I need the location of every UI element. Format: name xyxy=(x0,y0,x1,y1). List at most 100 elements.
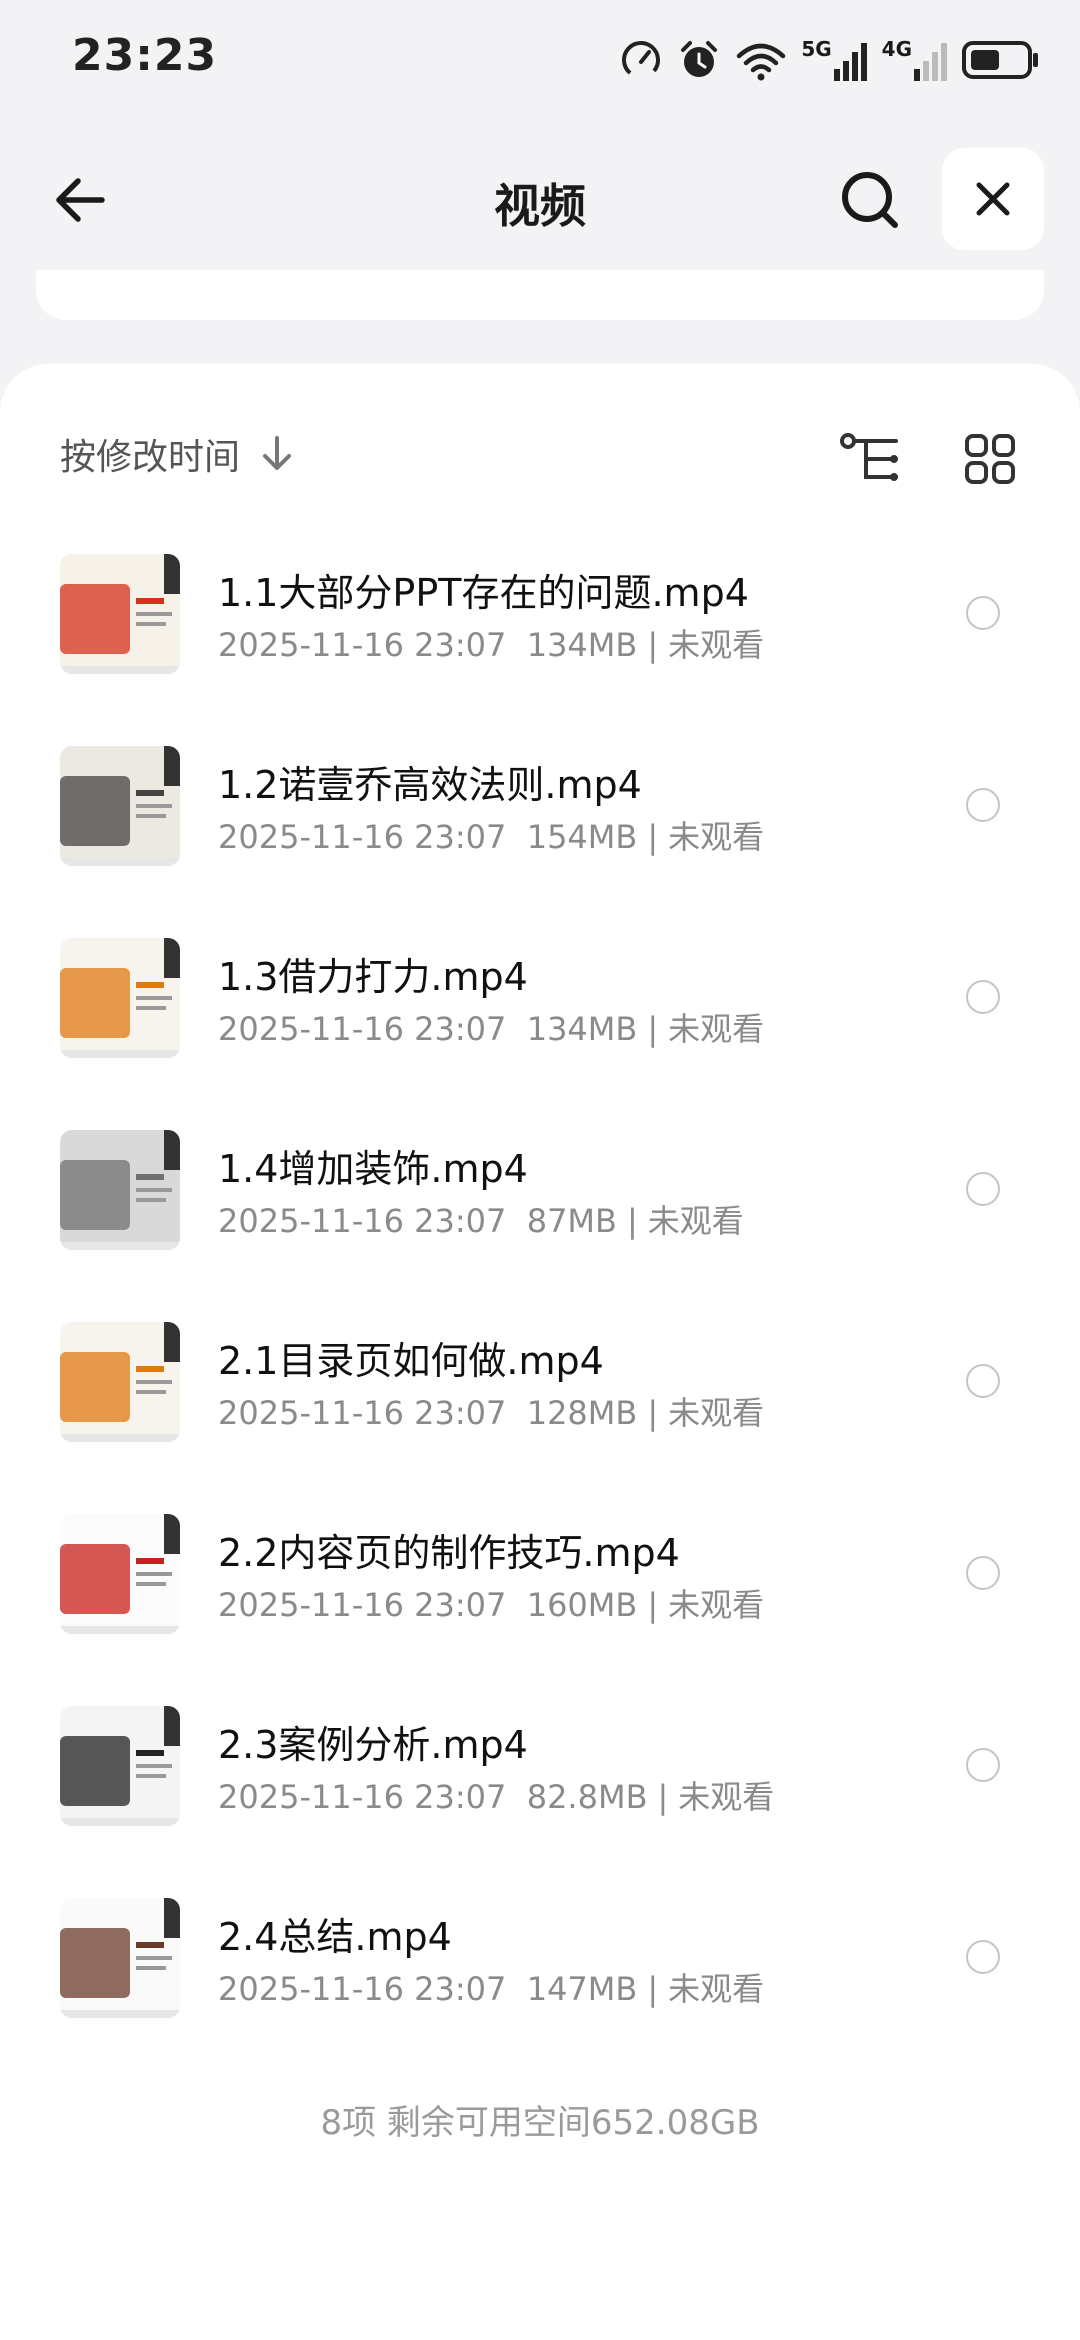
file-date: 2025-11-16 23:07 xyxy=(218,818,507,856)
file-meta: 2025-11-16 23:07 87MB | 未观看 xyxy=(218,1202,744,1240)
close-icon xyxy=(976,182,1010,216)
file-size: 134MB xyxy=(526,1010,638,1048)
file-name: 2.1目录页如何做.mp4 xyxy=(218,1339,604,1383)
thumbnail-art xyxy=(60,1130,180,1250)
tree-view-icon xyxy=(840,433,898,481)
sort-label: 按修改时间 xyxy=(60,437,241,478)
file-date: 2025-11-16 23:07 xyxy=(218,1970,507,2008)
select-radio[interactable] xyxy=(966,1748,1000,1782)
watch-status: 未观看 xyxy=(668,1010,765,1048)
signal-bars-icon xyxy=(833,43,867,81)
status-icons: 5G 4G xyxy=(619,30,1040,90)
file-name: 1.3借力打力.mp4 xyxy=(218,955,528,999)
thumbnail-art xyxy=(60,554,180,674)
file-date: 2025-11-16 23:07 xyxy=(218,1586,507,1624)
video-thumbnail xyxy=(60,1706,180,1826)
signal-bars-icon xyxy=(914,43,947,81)
file-list-sheet: 按修改时间 1.1大部分PPT存在的问题.mp4 2025-11-16 23:0… xyxy=(0,364,1080,2340)
select-radio[interactable] xyxy=(966,596,1000,630)
file-name: 2.3案例分析.mp4 xyxy=(218,1723,528,1767)
alarm-icon xyxy=(681,41,718,77)
file-name: 1.1大部分PPT存在的问题.mp4 xyxy=(218,571,749,615)
wifi-icon xyxy=(737,43,786,81)
watch-status: 未观看 xyxy=(647,1202,744,1240)
file-meta: 2025-11-16 23:07 128MB | 未观看 xyxy=(218,1394,765,1432)
select-radio[interactable] xyxy=(966,1172,1000,1206)
select-radio[interactable] xyxy=(966,788,1000,822)
grid-view-button[interactable] xyxy=(950,424,1030,494)
file-name: 1.2诺壹乔高效法则.mp4 xyxy=(218,763,642,807)
status-time: 23:23 xyxy=(72,30,218,81)
file-row[interactable]: 2.1目录页如何做.mp4 2025-11-16 23:07 128MB | 未观看 xyxy=(0,1290,1080,1482)
file-row[interactable]: 1.2诺壹乔高效法则.mp4 2025-11-16 23:07 154MB | 未观… xyxy=(0,714,1080,906)
tree-view-button[interactable] xyxy=(830,424,910,494)
network-4g-label: 4G xyxy=(881,37,912,61)
file-size: 154MB xyxy=(526,818,638,856)
file-name: 1.4增加装饰.mp4 xyxy=(218,1147,528,1191)
file-date: 2025-11-16 23:07 xyxy=(218,1394,507,1432)
file-meta: 2025-11-16 23:07 82.8MB | 未观看 xyxy=(218,1778,775,1816)
video-thumbnail xyxy=(60,1898,180,2018)
select-radio[interactable] xyxy=(966,1364,1000,1398)
sort-dropdown[interactable]: 按修改时间 xyxy=(60,428,294,480)
search-button[interactable] xyxy=(830,160,910,240)
battery-icon xyxy=(962,41,1038,79)
file-row[interactable]: 1.1大部分PPT存在的问题.mp4 2025-11-16 23:07 134M… xyxy=(0,522,1080,714)
file-row[interactable]: 2.4总结.mp4 2025-11-16 23:07 147MB | 未观看 xyxy=(0,1866,1080,2058)
file-date: 2025-11-16 23:07 xyxy=(218,1202,507,1240)
video-thumbnail xyxy=(60,554,180,674)
close-button[interactable] xyxy=(942,148,1044,250)
watch-status: 未观看 xyxy=(668,1394,765,1432)
thumbnail-art xyxy=(60,746,180,866)
thumbnail-art xyxy=(60,1322,180,1442)
sort-toolbar: 按修改时间 xyxy=(0,404,1080,494)
thumbnail-art xyxy=(60,938,180,1058)
file-list: 1.1大部分PPT存在的问题.mp4 2025-11-16 23:07 134M… xyxy=(0,522,1080,2058)
file-meta: 2025-11-16 23:07 154MB | 未观看 xyxy=(218,818,765,856)
select-radio[interactable] xyxy=(966,980,1000,1014)
signal-4g: 4G xyxy=(882,39,948,81)
top-app-bar: 视频 xyxy=(0,140,1080,260)
video-thumbnail xyxy=(60,1130,180,1250)
arrow-down-icon xyxy=(263,436,292,470)
select-radio[interactable] xyxy=(966,1556,1000,1590)
signal-5g: 5G xyxy=(801,39,867,81)
watch-status: 未观看 xyxy=(668,1586,765,1624)
watch-status: 未观看 xyxy=(668,626,765,664)
watch-status: 未观看 xyxy=(678,1778,775,1816)
file-date: 2025-11-16 23:07 xyxy=(218,1778,507,1816)
speedometer-icon xyxy=(622,41,661,79)
storage-summary: 8项 剩余可用空间652.08GB xyxy=(320,2103,760,2143)
search-icon xyxy=(842,172,898,228)
thumbnail-art xyxy=(60,1706,180,1826)
thumbnail-art xyxy=(60,1514,180,1634)
file-size: 134MB xyxy=(526,626,638,664)
watch-status: 未观看 xyxy=(668,1970,765,2008)
select-radio[interactable] xyxy=(966,1940,1000,1974)
file-row[interactable]: 2.3案例分析.mp4 2025-11-16 23:07 82.8MB | 未观看 xyxy=(0,1674,1080,1866)
file-meta: 2025-11-16 23:07 134MB | 未观看 xyxy=(218,626,765,664)
file-size: 160MB xyxy=(526,1586,638,1624)
file-meta: 2025-11-16 23:07 160MB | 未观看 xyxy=(218,1586,765,1624)
file-row[interactable]: 1.4增加装饰.mp4 2025-11-16 23:07 87MB | 未观看 xyxy=(0,1098,1080,1290)
file-date: 2025-11-16 23:07 xyxy=(218,626,507,664)
thumbnail-art xyxy=(60,1898,180,2018)
file-name: 2.2内容页的制作技巧.mp4 xyxy=(218,1531,680,1575)
network-5g-label: 5G xyxy=(801,37,832,61)
file-row[interactable]: 2.2内容页的制作技巧.mp4 2025-11-16 23:07 160MB | 未… xyxy=(0,1482,1080,1674)
video-thumbnail xyxy=(60,746,180,866)
file-date: 2025-11-16 23:07 xyxy=(218,1010,507,1048)
file-size: 147MB xyxy=(526,1970,638,2008)
status-bar: 23:23 5G 4G xyxy=(0,0,1080,120)
video-thumbnail xyxy=(60,1514,180,1634)
file-meta: 2025-11-16 23:07 134MB | 未观看 xyxy=(218,1010,765,1048)
collapsed-card xyxy=(36,270,1044,320)
file-name: 2.4总结.mp4 xyxy=(218,1915,452,1959)
watch-status: 未观看 xyxy=(668,818,765,856)
video-thumbnail xyxy=(60,1322,180,1442)
file-size: 87MB xyxy=(526,1202,617,1240)
video-thumbnail xyxy=(60,938,180,1058)
file-size: 82.8MB xyxy=(526,1778,648,1816)
file-meta: 2025-11-16 23:07 147MB | 未观看 xyxy=(218,1970,765,2008)
file-row[interactable]: 1.3借力打力.mp4 2025-11-16 23:07 134MB | 未观看 xyxy=(0,906,1080,1098)
